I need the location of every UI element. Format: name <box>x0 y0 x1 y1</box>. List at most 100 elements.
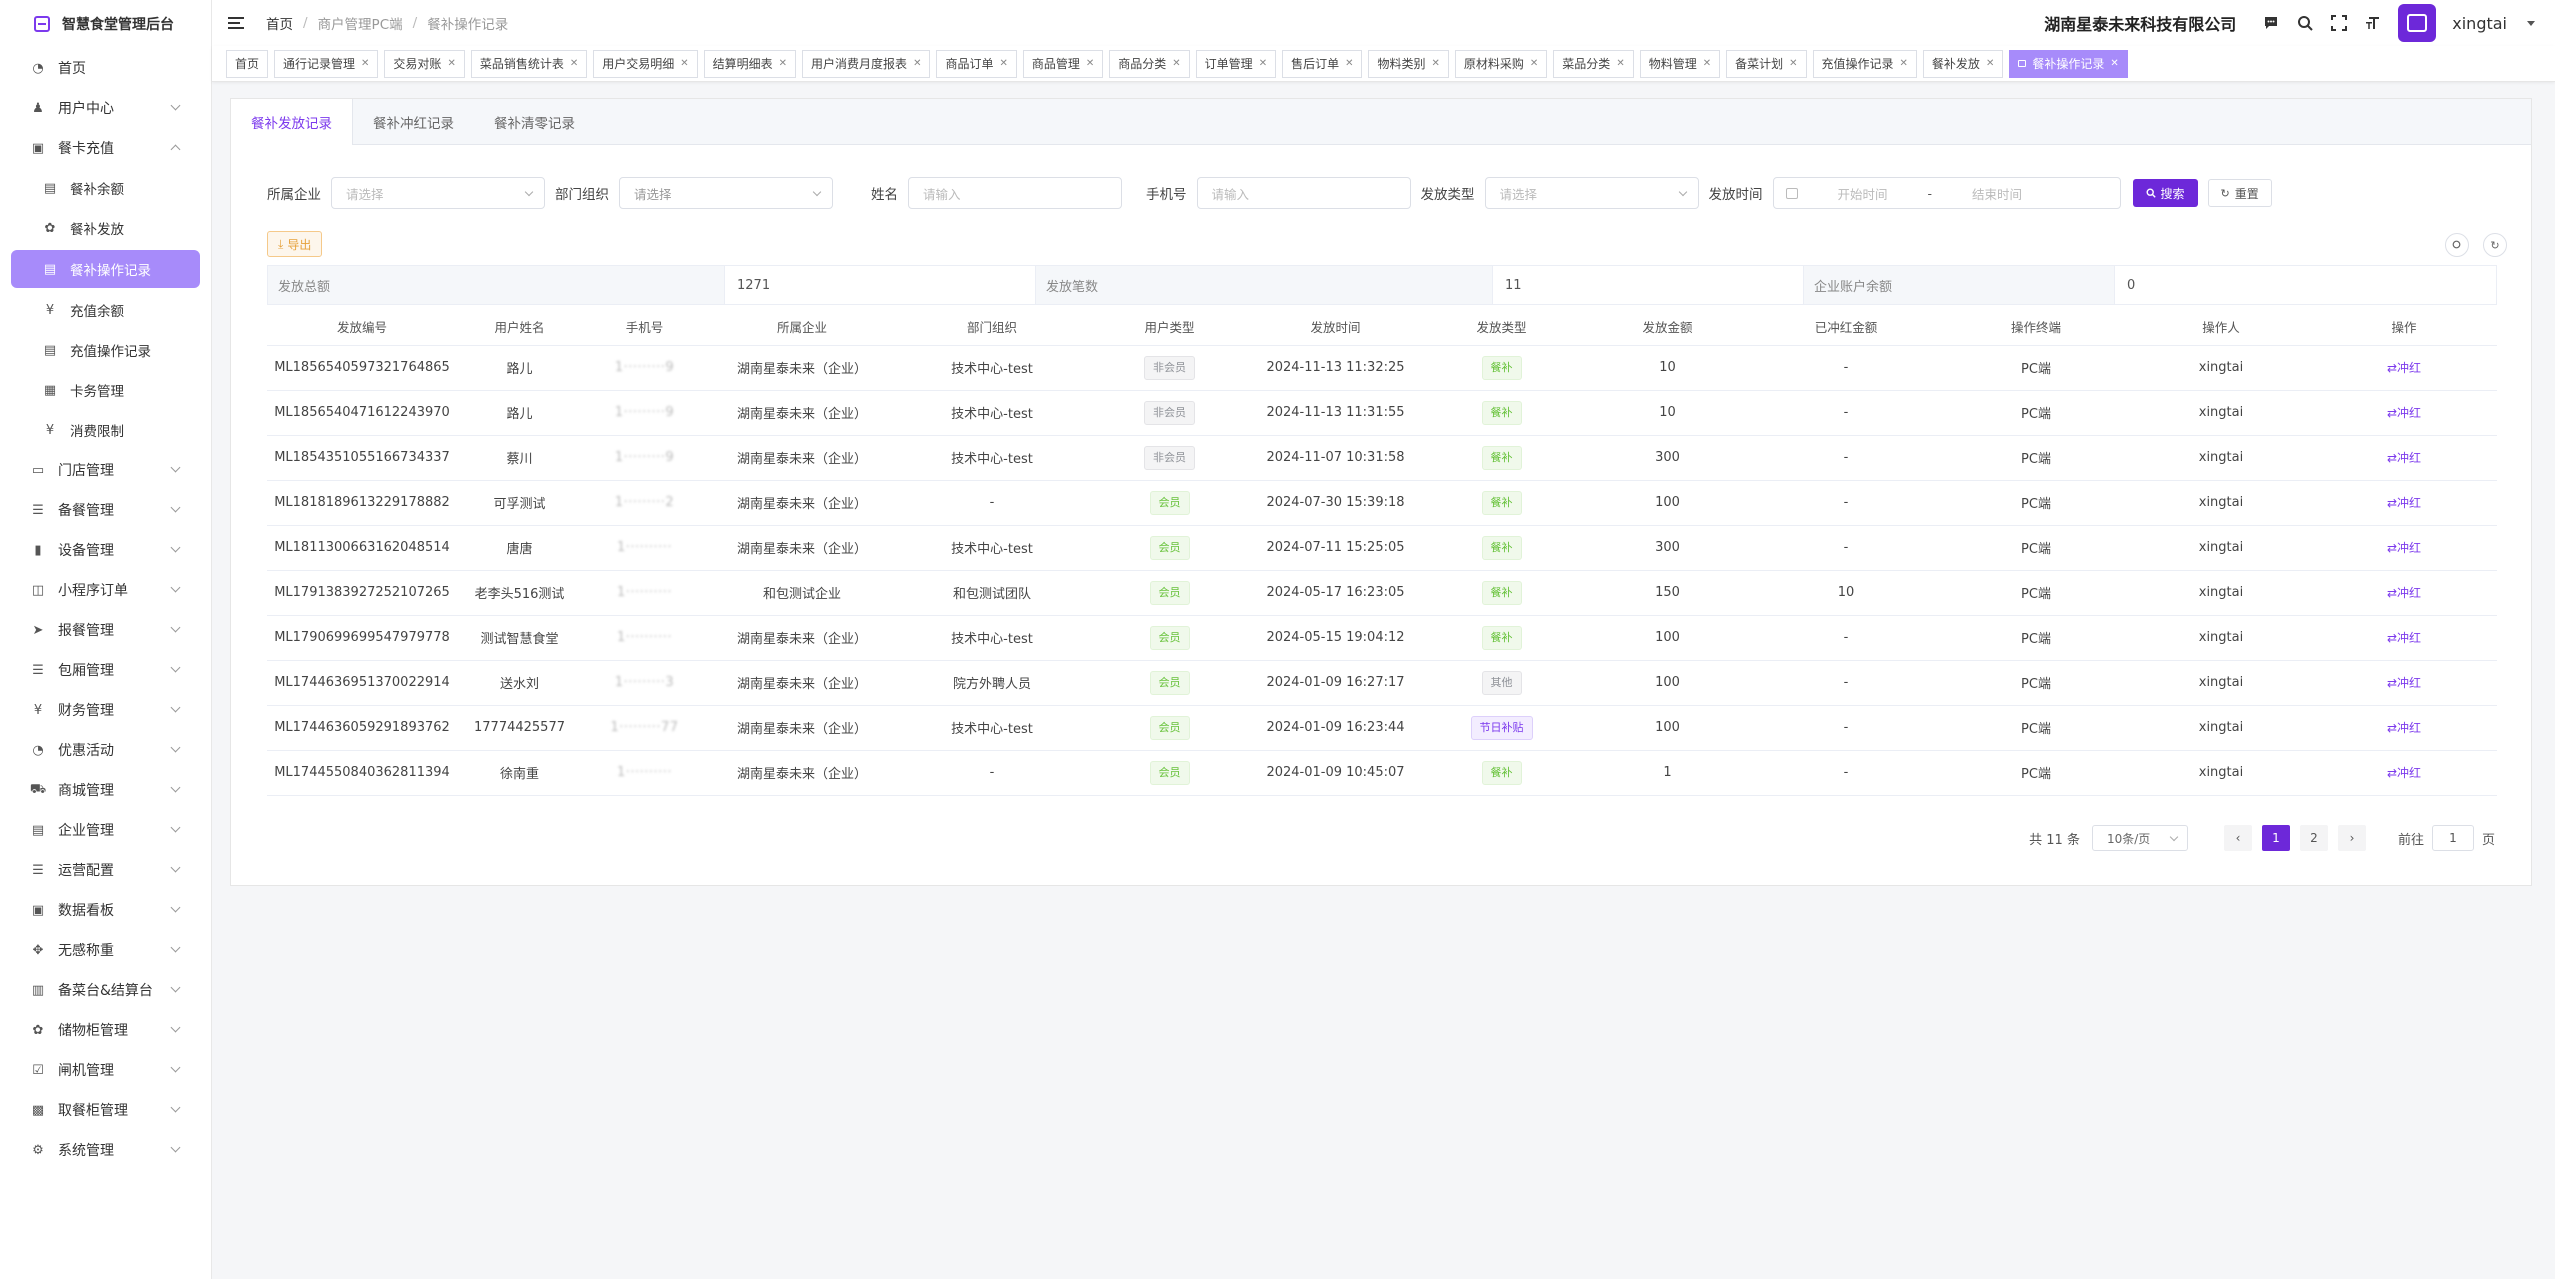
sidebar-item[interactable]: ¥ 财务管理 <box>0 690 211 730</box>
export-button[interactable]: ⤓ 导出 <box>267 231 323 257</box>
tag-item[interactable]: 首页 <box>226 49 269 78</box>
reverse-link[interactable]: ⇄冲红 <box>2387 676 2421 690</box>
sidebar-item[interactable]: ▥ 备菜台&结算台 <box>0 970 211 1010</box>
sidebar-item[interactable]: ▣ 数据看板 <box>0 890 211 930</box>
close-icon[interactable]: ✕ <box>1616 58 1624 69</box>
tag-item[interactable]: 菜品分类 ✕ <box>1553 49 1634 78</box>
tag-item[interactable]: 物料类别 ✕ <box>1368 49 1449 78</box>
tag-item[interactable]: 用户消费月度报表 ✕ <box>802 49 931 78</box>
avatar[interactable] <box>2398 4 2437 42</box>
dept-select[interactable]: 请选择 <box>619 177 833 209</box>
sidebar-item[interactable]: ☑ 闸机管理 <box>0 1050 211 1090</box>
refresh-button[interactable]: ↻ <box>2483 233 2507 257</box>
sidebar-item[interactable]: ▩ 取餐柜管理 <box>0 1090 211 1130</box>
phone-input[interactable]: 请输入 <box>1196 177 1411 209</box>
message-icon[interactable] <box>2262 14 2280 32</box>
close-icon[interactable]: ✕ <box>1789 58 1797 69</box>
close-icon[interactable]: ✕ <box>779 58 787 69</box>
record-tab[interactable]: 餐补冲红记录 <box>353 99 474 145</box>
sidebar-item[interactable]: ◫ 小程序订单 <box>0 570 211 610</box>
page-button[interactable]: 2 <box>2299 825 2328 851</box>
sidebar-item[interactable]: ◔ 优惠活动 <box>0 730 211 770</box>
record-tab[interactable]: 餐补清零记录 <box>474 99 595 145</box>
sidebar-item[interactable]: ⚙ 系统管理 <box>0 1130 211 1170</box>
tag-item[interactable]: 原材料采购 ✕ <box>1454 49 1548 78</box>
sidebar-item[interactable]: ¥ 充值余额 <box>0 290 211 330</box>
grant-type-select[interactable]: 请选择 <box>1484 177 1699 209</box>
sidebar-item[interactable]: ◔ 首页 <box>0 48 211 88</box>
close-icon[interactable]: ✕ <box>1345 58 1353 69</box>
record-tab[interactable]: 餐补发放记录 <box>231 99 353 145</box>
goto-page-input[interactable]: 1 <box>2431 825 2474 851</box>
reverse-link[interactable]: ⇄冲红 <box>2387 541 2421 555</box>
search-icon[interactable] <box>2296 14 2314 32</box>
sidebar-item[interactable]: ▤ 餐补余额 <box>0 168 211 208</box>
tag-item[interactable]: 物料管理 ✕ <box>1639 49 1721 78</box>
menu-toggle-icon[interactable] <box>228 17 244 29</box>
sidebar-item[interactable]: ☰ 包厢管理 <box>0 650 211 690</box>
page-size-select[interactable]: 10条/页 <box>2091 825 2188 851</box>
sidebar-item[interactable]: ☰ 运营配置 <box>0 850 211 890</box>
grant-time-range[interactable]: 开始时间 - 结束时间 <box>1772 177 2121 209</box>
close-icon[interactable]: ✕ <box>999 58 1007 69</box>
close-icon[interactable]: ✕ <box>680 58 688 69</box>
tag-item[interactable]: 餐补操作记录 ✕ <box>2009 49 2128 78</box>
tag-item[interactable]: 结算明细表 ✕ <box>703 49 797 78</box>
tag-item[interactable]: 商品分类 ✕ <box>1109 49 1190 78</box>
page-button[interactable]: 1 <box>2261 825 2290 851</box>
reverse-link[interactable]: ⇄冲红 <box>2387 631 2421 645</box>
reverse-link[interactable]: ⇄冲红 <box>2387 721 2421 735</box>
logo[interactable]: 智慧食堂管理后台 <box>0 0 211 48</box>
tag-item[interactable]: 订单管理 ✕ <box>1195 49 1277 78</box>
close-icon[interactable]: ✕ <box>1172 58 1180 69</box>
tag-item[interactable]: 商品管理 ✕ <box>1022 49 1104 78</box>
sidebar-item[interactable]: ▦ 卡务管理 <box>0 370 211 410</box>
tag-item[interactable]: 餐补发放 ✕ <box>1922 49 2004 78</box>
fullscreen-icon[interactable] <box>2330 14 2348 32</box>
tag-item[interactable]: 用户交易明细 ✕ <box>593 49 698 78</box>
close-icon[interactable]: ✕ <box>361 58 369 69</box>
font-size-icon[interactable] <box>2364 14 2382 32</box>
close-icon[interactable]: ✕ <box>1530 58 1538 69</box>
tag-item[interactable]: 商品订单 ✕ <box>936 49 1017 78</box>
sidebar-item[interactable]: ▤ 企业管理 <box>0 810 211 850</box>
close-icon[interactable]: ✕ <box>1086 58 1094 69</box>
sidebar-item[interactable]: ¥ 消费限制 <box>0 410 211 450</box>
tag-item[interactable]: 备菜计划 ✕ <box>1726 49 1807 78</box>
name-input[interactable]: 请输入 <box>908 177 1122 209</box>
reverse-link[interactable]: ⇄冲红 <box>2387 496 2421 510</box>
sidebar-item[interactable]: ✿ 储物柜管理 <box>0 1010 211 1050</box>
sidebar-item[interactable]: ▤ 充值操作记录 <box>0 330 211 370</box>
breadcrumb-home[interactable]: 首页 <box>266 13 293 33</box>
sidebar-item[interactable]: ☰ 备餐管理 <box>0 490 211 530</box>
close-icon[interactable]: ✕ <box>1900 58 1908 69</box>
next-page-button[interactable]: › <box>2337 825 2366 851</box>
sidebar-item[interactable]: ▭ 门店管理 <box>0 450 211 490</box>
reverse-link[interactable]: ⇄冲红 <box>2387 766 2421 780</box>
close-icon[interactable]: ✕ <box>1986 58 1994 69</box>
search-button[interactable]: 搜索 <box>2132 179 2198 207</box>
close-icon[interactable]: ✕ <box>2110 58 2118 69</box>
reset-button[interactable]: ↻ 重置 <box>2207 179 2272 207</box>
reverse-link[interactable]: ⇄冲红 <box>2387 586 2421 600</box>
reverse-link[interactable]: ⇄冲红 <box>2387 451 2421 465</box>
tag-item[interactable]: 售后订单 ✕ <box>1282 49 1363 78</box>
sidebar-item[interactable]: ♟ 用户中心 <box>0 88 211 128</box>
close-icon[interactable]: ✕ <box>447 58 455 69</box>
chevron-down-icon[interactable] <box>2527 20 2535 26</box>
reverse-link[interactable]: ⇄冲红 <box>2387 406 2421 420</box>
sidebar-item[interactable]: ⛟ 商城管理 <box>0 770 211 810</box>
prev-page-button[interactable]: ‹ <box>2223 825 2252 851</box>
tag-item[interactable]: 交易对账 ✕ <box>384 49 465 78</box>
sidebar-item[interactable]: ✥ 无感称重 <box>0 930 211 970</box>
close-icon[interactable]: ✕ <box>570 58 578 69</box>
close-icon[interactable]: ✕ <box>1703 58 1711 69</box>
sidebar-item[interactable]: ➤ 报餐管理 <box>0 610 211 650</box>
tag-item[interactable]: 菜品销售统计表 ✕ <box>470 49 588 78</box>
toggle-search-button[interactable] <box>2445 233 2469 257</box>
close-icon[interactable]: ✕ <box>1259 58 1267 69</box>
reverse-link[interactable]: ⇄冲红 <box>2387 361 2421 375</box>
sidebar-item[interactable]: ▣ 餐卡充值 <box>0 128 211 168</box>
close-icon[interactable]: ✕ <box>913 58 921 69</box>
sidebar-item[interactable]: ▮ 设备管理 <box>0 530 211 570</box>
